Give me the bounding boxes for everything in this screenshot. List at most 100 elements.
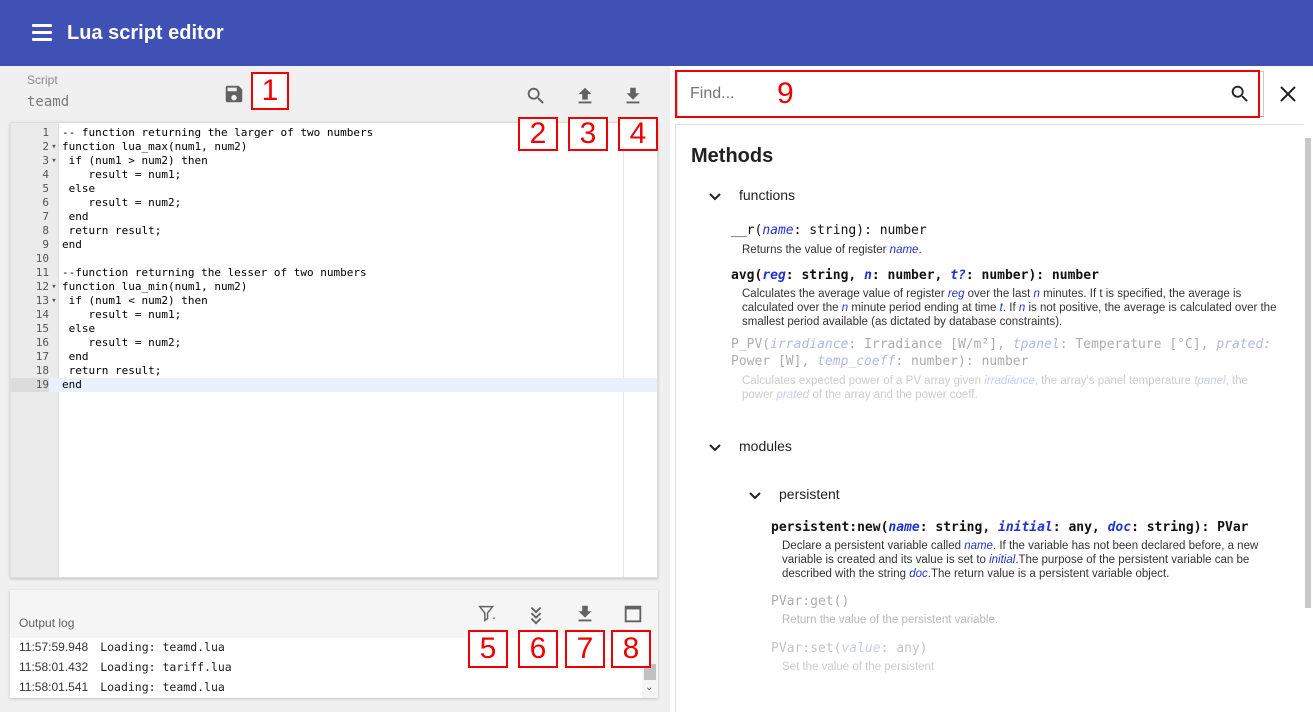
line-number: 1 [42,126,49,139]
code-text: else [62,182,96,195]
section-functions[interactable]: functions [739,187,795,203]
badge-8: 8 [611,630,651,668]
line-number: 12 [35,280,49,293]
code-text: end [62,350,89,363]
method-desc-persistent-new: Declare a persistent variable called nam… [782,540,1259,580]
line-number: 15 [35,322,49,335]
script-name-field[interactable]: teamd [27,94,69,110]
code-text: result = num1; [62,168,182,181]
method-desc-avg: Calculates the average value of register… [742,288,1277,328]
method-signature-r: __r(name: string): number [731,223,927,238]
line-number: 11 [35,266,49,279]
code-editor[interactable]: 1 -- function returning the larger of two… [10,122,658,578]
fold-toggle-icon[interactable]: ▾ [49,140,59,154]
code-line[interactable]: 12 ▾ function lua_min(num1, num2) [11,280,657,294]
method-desc-ppv: Calculates expected power of a PV array … [742,375,1248,401]
docs-scroll-thumb[interactable] [1305,138,1311,608]
code-line[interactable]: 3 ▾ if (num1 > num2) then [11,154,657,168]
method-signature-persistent-new: persistent:new(name: string, initial: an… [771,520,1249,535]
section-modules[interactable]: modules [739,438,792,454]
save-icon[interactable] [222,82,246,106]
code-line[interactable]: 2 ▾ function lua_max(num1, num2) [11,140,657,154]
line-number: 19 [11,378,49,392]
code-line[interactable]: 15 else [11,322,657,336]
code-line[interactable]: 5 else [11,182,657,196]
line-number: 13 [35,294,49,307]
code-text: --function returning the lesser of two n… [62,266,367,279]
code-line[interactable]: 14 result = num1; [11,308,657,322]
methods-heading: Methods [691,145,774,167]
search-icon[interactable] [524,84,548,108]
badge-1: 1 [251,72,289,110]
line-number: 9 [42,238,49,251]
badge-2: 2 [518,117,558,151]
code-text: -- function returning the larger of two … [62,126,374,139]
find-bar: 9 [670,66,1313,124]
code-line[interactable]: 6 result = num2; [11,196,657,210]
code-line[interactable]: 13 ▾ if (num1 < num2) then [11,294,657,308]
code-area[interactable]: 1 -- function returning the larger of two… [11,123,657,577]
code-text: end [62,378,82,391]
scroll-down-icon[interactable] [524,602,548,626]
badge-3: 3 [568,117,608,151]
app-bar: Lua script editor [0,0,1313,66]
line-number: 18 [35,364,49,377]
chevron-down-icon[interactable] [748,489,762,503]
line-number: 17 [35,350,49,363]
code-text: result = num2; [62,336,182,349]
log-row: 11:58:01.432 Loading: tariff.lua [19,660,232,674]
code-line[interactable]: 17 end [11,350,657,364]
maximize-icon[interactable] [621,602,645,626]
method-desc-r: Returns the value of register name. [742,244,922,256]
script-label: Script [27,73,58,87]
code-line[interactable]: 7 end [11,210,657,224]
code-line[interactable]: 16 result = num2; [11,336,657,350]
line-number: 5 [42,182,49,195]
chevron-down-icon[interactable] [708,441,722,455]
code-text: function lua_min(num1, num2) [62,280,248,293]
method-signature-ppv-cont: Power [W], temp_coeff: number): number [731,354,1029,369]
code-line[interactable]: 1 -- function returning the larger of two… [11,126,657,140]
fold-toggle-icon[interactable]: ▾ [49,294,59,308]
method-desc-pvar-set: Set the value of the persistent [782,661,935,673]
docs-panel: 9 Methods functions __r(name: string): n… [670,66,1313,712]
download-icon[interactable] [621,84,645,108]
code-line[interactable]: 11 --function returning the lesser of two… [11,266,657,280]
code-line[interactable]: 10 [11,252,657,266]
menu-icon[interactable] [32,24,52,42]
code-line[interactable]: 19 end [11,378,657,392]
filter-icon[interactable] [476,602,500,626]
code-text: end [62,238,82,251]
code-text: function lua_max(num1, num2) [62,140,248,153]
method-signature-ppv: P_PV(irradiance: Irradiance [W/m²], tpan… [731,337,1272,352]
editor-panel: Script teamd 1 1 -- function returning th… [0,66,670,712]
badge-7: 7 [565,630,605,668]
code-line[interactable]: 8 return result; [11,224,657,238]
methods-docs: Methods functions __r(name: string): num… [675,124,1303,712]
code-line[interactable]: 4 result = num1; [11,168,657,182]
log-download-icon[interactable] [573,602,597,626]
chevron-down-icon[interactable] [708,190,722,204]
section-persistent[interactable]: persistent [779,486,840,502]
code-text: return result; [62,224,162,237]
code-line[interactable]: 18 return result; [11,364,657,378]
fold-toggle-icon[interactable]: ▾ [49,280,59,294]
code-text: else [62,322,96,335]
badge-6: 6 [518,630,558,668]
fold-toggle-icon[interactable]: ▾ [49,154,59,168]
line-number: 7 [42,210,49,223]
line-number: 10 [35,252,49,265]
upload-icon[interactable] [573,84,597,108]
code-line[interactable]: 9 end [11,238,657,252]
docs-scrollbar[interactable] [1303,124,1313,712]
line-number: 8 [42,224,49,237]
chevron-down-icon[interactable]: ⌄ [645,682,653,693]
log-title: Output log [19,616,75,630]
close-icon[interactable] [1276,82,1300,106]
method-signature-pvar-get: PVar:get() [771,594,850,609]
code-text: result = num1; [62,308,182,321]
log-row: 11:58:01.541 Loading: teamd.lua [19,680,225,694]
line-number: 4 [42,168,49,181]
log-row: 11:57:59.948 Loading: teamd.lua [19,640,225,654]
line-number: 14 [35,308,49,321]
